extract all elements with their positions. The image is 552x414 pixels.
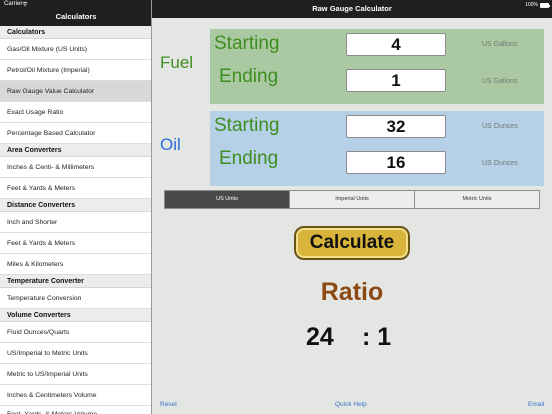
oil-ending-label: Ending — [219, 148, 279, 169]
sidebar-list[interactable]: Calculators Gas/Oil Mixture (US Units) Pet… — [0, 26, 151, 414]
units-segmented-control: US Units Imperial Units Metric Units — [164, 190, 540, 209]
battery-percent: 100% — [525, 2, 538, 8]
carrier-label: Carrier — [4, 1, 23, 7]
oil-panel: Starting 32 US Ounces Ending 16 US Ounce… — [210, 111, 544, 186]
units-tab-us[interactable]: US Units — [165, 191, 290, 208]
sidebar-item[interactable]: Fluid Ounces/Quarts — [0, 322, 151, 343]
sidebar-item[interactable]: Inches & Centimeters Volume — [0, 385, 151, 406]
oil-ending-unit: US Ounces — [482, 160, 518, 167]
sidebar-item[interactable]: Exact Usage Ratio — [0, 102, 151, 123]
sidebar-item[interactable]: Raw Gauge Value Calculator — [0, 81, 151, 102]
sidebar-item[interactable]: Inches & Centi- & Millimeters — [0, 157, 151, 178]
fuel-starting-input[interactable]: 4 — [346, 33, 446, 56]
units-tab-metric[interactable]: Metric Units — [415, 191, 539, 208]
calculate-button[interactable]: Calculate — [294, 226, 410, 260]
sidebar-item[interactable]: Miles & Kilometers — [0, 254, 151, 275]
reset-button[interactable]: Reset — [160, 401, 177, 408]
battery-status: 100% — [525, 2, 550, 8]
sidebar-item[interactable]: Feet & Yards & Meters — [0, 233, 151, 254]
sidebar-item[interactable]: Temperature Conversion — [0, 288, 151, 309]
bottom-toolbar: Reset Quick Help Email — [152, 396, 552, 414]
sidebar-section-header: Area Converters — [0, 144, 151, 157]
sidebar-title: Calculators — [55, 12, 97, 21]
main-header: Raw Gauge Calculator 100% — [152, 0, 552, 18]
sidebar-item[interactable]: Inch and Shorter — [0, 212, 151, 233]
sidebar-item[interactable]: Feet, Yards, & Meters Volume — [0, 406, 151, 414]
units-tab-imperial[interactable]: Imperial Units — [290, 191, 415, 208]
ratio-right-value: : 1 — [362, 323, 392, 351]
sidebar: Carrier Calculators Calculators Gas/Oil M… — [0, 0, 152, 414]
battery-fill — [541, 3, 548, 7]
battery-icon — [540, 2, 550, 8]
fuel-panel: Starting 4 US Gallons Ending 1 US Gallon… — [210, 29, 544, 104]
oil-starting-label: Starting — [214, 115, 280, 136]
sidebar-item[interactable]: Metric to US/Imperial Units — [0, 364, 151, 385]
sidebar-item[interactable]: US/Imperial to Metric Units — [0, 343, 151, 364]
wifi-icon — [22, 1, 28, 7]
oil-label: Oil — [160, 135, 181, 154]
ratio-label: Ratio — [320, 278, 384, 306]
sidebar-section-header: Volume Converters — [0, 309, 151, 322]
oil-starting-unit: US Ounces — [482, 123, 518, 130]
page-title: Raw Gauge Calculator — [312, 4, 392, 13]
fuel-ending-input[interactable]: 1 — [346, 69, 446, 92]
sidebar-section-header: Calculators — [0, 26, 151, 39]
email-button[interactable]: Email — [528, 401, 544, 408]
ratio-left-value: 24 — [306, 323, 334, 351]
main-panel: Raw Gauge Calculator 100% Fuel Starting … — [152, 0, 552, 414]
fuel-label: Fuel — [160, 53, 194, 72]
sidebar-item[interactable]: Gas/Oil Mixture (US Units) — [0, 39, 151, 60]
oil-starting-input[interactable]: 32 — [346, 115, 446, 138]
sidebar-item[interactable]: Percentage Based Calculator — [0, 123, 151, 144]
app-root: Carrier Calculators Calculators Gas/Oil M… — [0, 0, 552, 414]
oil-ending-input[interactable]: 16 — [346, 151, 446, 174]
fuel-starting-unit: US Gallons — [482, 41, 518, 48]
sidebar-item[interactable]: Petrol/Oil Mixture (Imperial) — [0, 60, 151, 81]
quick-help-button[interactable]: Quick Help — [335, 401, 367, 408]
sidebar-header: Carrier Calculators — [0, 0, 151, 26]
fuel-ending-unit: US Gallons — [482, 78, 518, 85]
sidebar-item[interactable]: Feet & Yards & Meters — [0, 178, 151, 199]
status-bar: Carrier — [0, 0, 151, 8]
sidebar-section-header: Temperature Converter — [0, 275, 151, 288]
sidebar-section-header: Distance Converters — [0, 199, 151, 212]
fuel-starting-label: Starting — [214, 33, 280, 54]
fuel-ending-label: Ending — [219, 66, 279, 87]
